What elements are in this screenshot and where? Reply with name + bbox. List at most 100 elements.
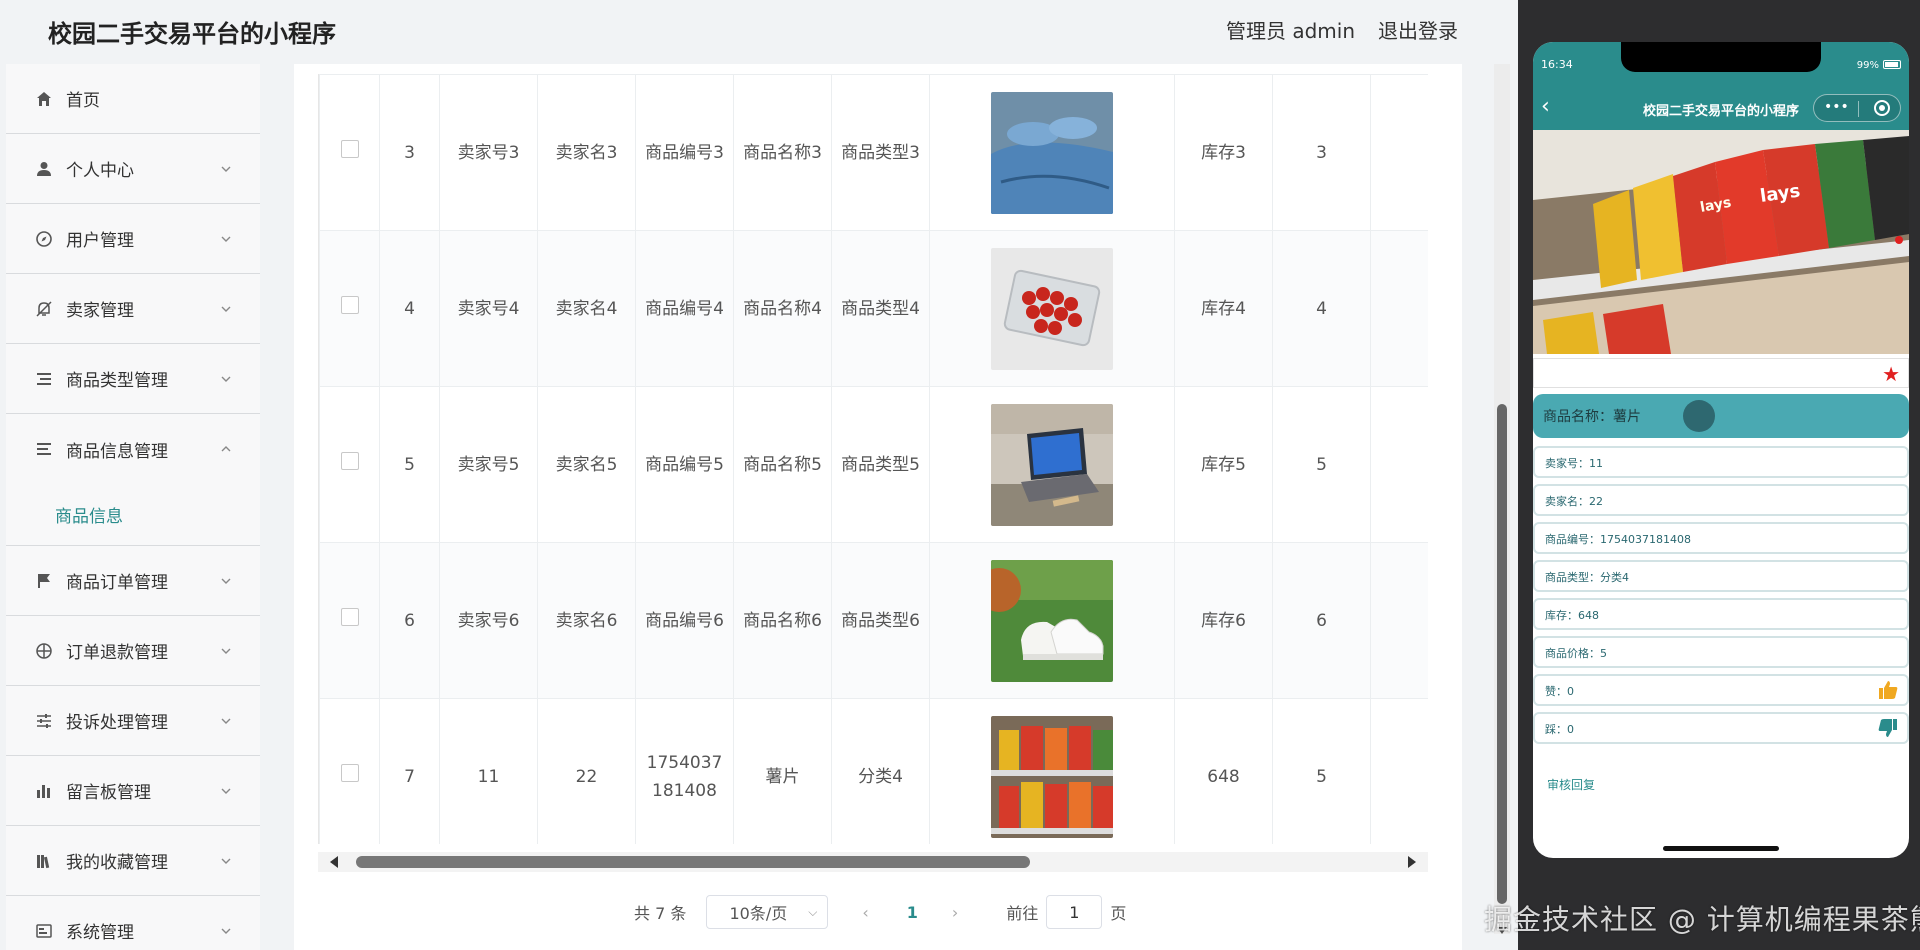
prev-page-button[interactable]: ‹ bbox=[862, 903, 868, 922]
goods-name-cell: 薯片 bbox=[733, 698, 832, 844]
sidebar-item-system-management[interactable]: 系统管理 bbox=[6, 896, 260, 950]
sidebar-item-label: 个人中心 bbox=[66, 161, 134, 181]
table-row[interactable]: 6 卖家号6 卖家名6 商品编号6 商品名称6 商品类型6 库存6 6 bbox=[319, 542, 1428, 699]
goto-page-input[interactable] bbox=[1046, 895, 1103, 929]
product-image-laptop[interactable] bbox=[991, 403, 1113, 526]
vertical-scrollbar-thumb[interactable] bbox=[1497, 404, 1507, 904]
goods-type-cell: 分类4 bbox=[831, 698, 930, 844]
seller-no-field: 卖家号：11 bbox=[1533, 446, 1909, 478]
price-field: 商品价格：5 bbox=[1533, 636, 1909, 668]
sidebar-item-seller-management[interactable]: 卖家管理 bbox=[6, 274, 260, 344]
chevron-down-icon bbox=[220, 300, 232, 312]
row-checkbox[interactable] bbox=[340, 295, 359, 314]
more-icon[interactable]: ••• bbox=[1824, 99, 1849, 115]
sidebar-item-favorites-management[interactable]: 我的收藏管理 bbox=[6, 826, 260, 896]
next-page-button[interactable]: › bbox=[952, 903, 958, 922]
chevron-down-icon bbox=[220, 712, 232, 724]
sidebar-item-goods-info-management[interactable]: 商品信息管理 bbox=[6, 414, 260, 484]
status-time: 16:34 bbox=[1541, 58, 1573, 71]
submenu-goods-info[interactable]: 商品信息 bbox=[6, 484, 260, 546]
dislike-row: 踩：0 bbox=[1533, 712, 1909, 744]
logout-link[interactable]: 退出登录 bbox=[1378, 15, 1458, 44]
chevron-up-icon bbox=[220, 440, 232, 452]
scroll-right-arrow-icon[interactable] bbox=[1408, 856, 1416, 868]
bell-off-icon bbox=[34, 299, 54, 319]
goods-no-cell: 商品编号6 bbox=[635, 542, 734, 699]
table-row[interactable]: 4 卖家号4 卖家名4 商品编号4 商品名称4 商品类型4 库存4 4 bbox=[319, 230, 1428, 387]
seller-name-field: 卖家名：22 bbox=[1533, 484, 1909, 516]
table-row[interactable]: 3 卖家号3 卖家名3 商品编号3 商品名称3 商品类型3 库存3 3 bbox=[319, 74, 1428, 231]
sidebar-item-complaint-management[interactable]: 投诉处理管理 bbox=[6, 686, 260, 756]
sidebar-item-personal-center[interactable]: 个人中心 bbox=[6, 134, 260, 204]
page-number-current[interactable]: 1 bbox=[907, 903, 918, 922]
seller-no-cell: 卖家号6 bbox=[439, 542, 538, 699]
close-miniprogram-icon[interactable] bbox=[1874, 100, 1890, 116]
goods-no-cell: 商品编号3 bbox=[635, 74, 734, 231]
phone-notch bbox=[1621, 42, 1821, 72]
row-index: 5 bbox=[379, 386, 440, 543]
table-row[interactable]: 5 卖家号5 卖家名5 商品编号5 商品名称5 商品类型5 库存5 5 bbox=[319, 386, 1428, 543]
sidebar-item-user-management[interactable]: 用户管理 bbox=[6, 204, 260, 274]
home-icon bbox=[34, 89, 54, 109]
row-checkbox[interactable] bbox=[340, 607, 359, 626]
phone-simulator: 16:34 99% ‹ 校园二手交易平台的小程序 ••• lays lays ★… bbox=[1533, 42, 1909, 858]
chevron-down-icon: ⌵ bbox=[808, 905, 818, 919]
row-checkbox[interactable] bbox=[340, 139, 359, 158]
sidebar-item-label: 商品类型管理 bbox=[66, 371, 168, 391]
chevron-down-icon bbox=[220, 572, 232, 584]
scroll-left-arrow-icon[interactable] bbox=[330, 856, 338, 868]
review-reply-link[interactable]: 审核回复 bbox=[1547, 776, 1595, 793]
chevron-down-icon bbox=[220, 852, 232, 864]
thumbs-down-icon[interactable] bbox=[1877, 717, 1899, 739]
sidebar-item-label: 首页 bbox=[66, 91, 100, 111]
bar-chart-icon bbox=[34, 781, 54, 801]
product-image-sneakers[interactable] bbox=[991, 559, 1113, 682]
count-cell: 3 bbox=[1272, 74, 1371, 231]
product-image-blue-bedding[interactable] bbox=[991, 91, 1113, 214]
stock-cell: 库存4 bbox=[1174, 230, 1273, 387]
goods-name-cell: 商品名称4 bbox=[733, 230, 832, 387]
miniprogram-navbar: ‹ 校园二手交易平台的小程序 ••• bbox=[1533, 86, 1909, 130]
row-checkbox[interactable] bbox=[340, 451, 359, 470]
vertical-scrollbar[interactable] bbox=[1494, 64, 1510, 934]
chevron-down-icon bbox=[220, 782, 232, 794]
battery-level: 99% bbox=[1856, 60, 1879, 71]
seller-no-cell: 卖家号5 bbox=[439, 386, 538, 543]
row-index: 3 bbox=[379, 74, 440, 231]
chevron-down-icon bbox=[220, 922, 232, 934]
row-checkbox[interactable] bbox=[340, 763, 359, 782]
row-index: 4 bbox=[379, 230, 440, 387]
sidebar-item-label: 用户管理 bbox=[66, 231, 134, 251]
dislike-count: 踩：0 bbox=[1545, 723, 1574, 736]
table-row[interactable]: 7 11 22 1754037181408 薯片 分类4 648 5 批准 bbox=[319, 698, 1428, 844]
sidebar-item-goods-order-management[interactable]: 商品订单管理 bbox=[6, 546, 260, 616]
app-title: 校园二手交易平台的小程序 bbox=[48, 20, 336, 48]
page-size-select[interactable]: 10条/页 ⌵ bbox=[706, 895, 829, 929]
count-cell: 4 bbox=[1272, 230, 1371, 387]
scrollbar-thumb[interactable] bbox=[356, 856, 1030, 868]
horizontal-scrollbar[interactable] bbox=[318, 852, 1428, 872]
favorite-star-icon[interactable]: ★ bbox=[1882, 362, 1900, 386]
product-image-chips[interactable] bbox=[991, 715, 1113, 838]
sidebar-item-refund-management[interactable]: 订单退款管理 bbox=[6, 616, 260, 686]
sidebar-item-goods-type-management[interactable]: 商品类型管理 bbox=[6, 344, 260, 414]
status-cell bbox=[1370, 542, 1428, 699]
goods-no-text: 1754037181408 bbox=[646, 752, 723, 801]
product-name: 商品名称：薯片 bbox=[1543, 409, 1641, 425]
id-card-icon bbox=[34, 921, 54, 941]
sidebar-item-home[interactable]: 首页 bbox=[6, 64, 260, 134]
row-index: 6 bbox=[379, 542, 440, 699]
product-image-strawberries[interactable] bbox=[991, 247, 1113, 370]
count-cell: 6 bbox=[1272, 542, 1371, 699]
goods-no-cell: 商品编号4 bbox=[635, 230, 734, 387]
sidebar-item-message-board-management[interactable]: 留言板管理 bbox=[6, 756, 260, 826]
library-icon bbox=[34, 851, 54, 871]
home-indicator bbox=[1663, 846, 1779, 851]
top-header: 校园二手交易平台的小程序 管理员 admin 退出登录 bbox=[0, 0, 1518, 60]
thumbs-up-icon[interactable] bbox=[1877, 679, 1899, 701]
goods-table-scroll[interactable]: 3 卖家号3 卖家名3 商品编号3 商品名称3 商品类型3 库存3 3 4 卖家… bbox=[318, 74, 1428, 844]
goods-type-cell: 商品类型3 bbox=[831, 74, 930, 231]
floating-dot-icon[interactable] bbox=[1683, 400, 1715, 432]
flag-icon bbox=[34, 571, 54, 591]
stock-field: 库存：648 bbox=[1533, 598, 1909, 630]
